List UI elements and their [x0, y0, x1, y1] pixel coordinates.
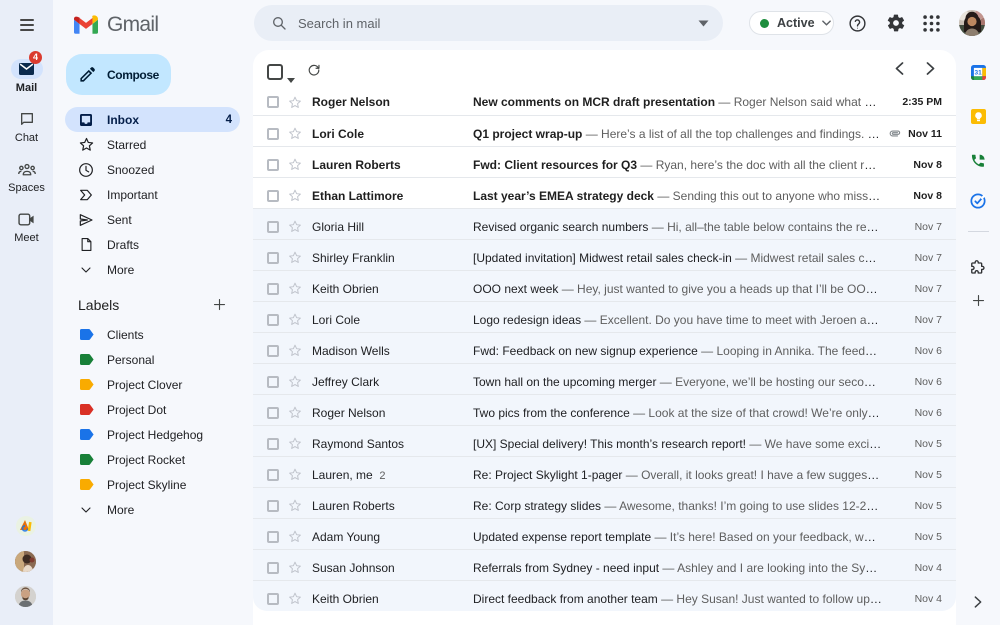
svg-text:31: 31	[974, 70, 982, 77]
